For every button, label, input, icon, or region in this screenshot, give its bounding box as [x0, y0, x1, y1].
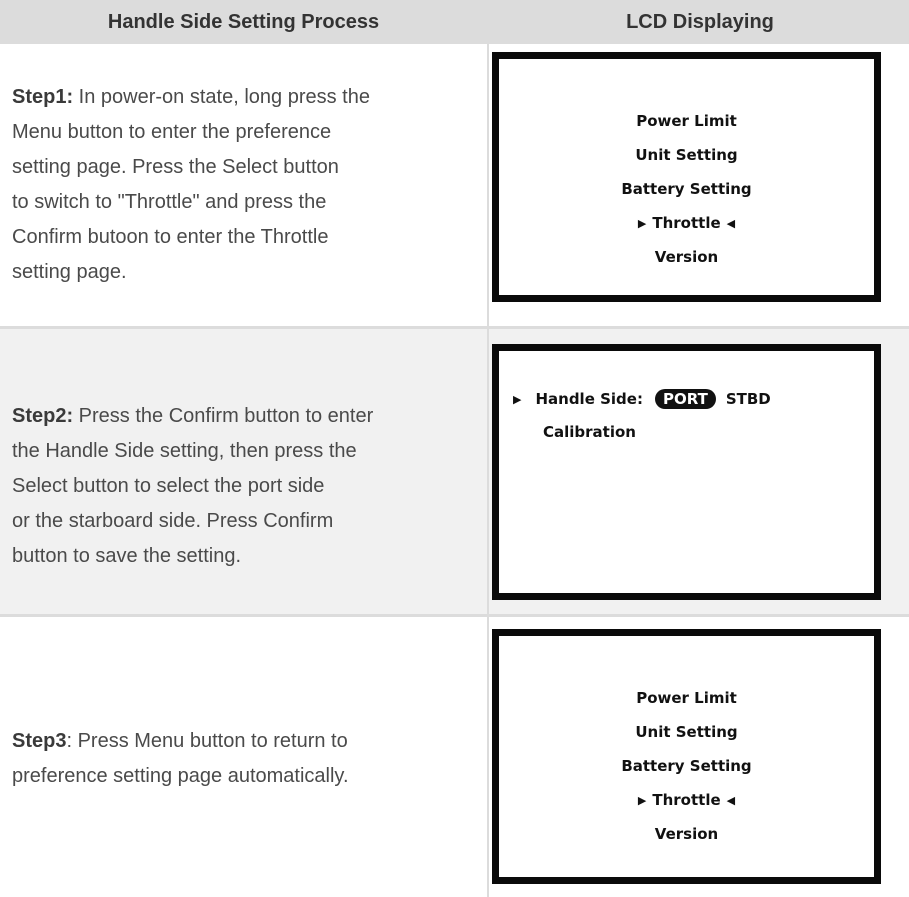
lcd3-menu-item-selected: ▶ Throttle ◀ — [637, 791, 736, 809]
table-row-step1: Step1: In power-on state, long press the… — [0, 44, 909, 326]
port-option-selected: PORT — [654, 389, 716, 409]
step2-label: Step2: — [12, 405, 74, 427]
step3-label: Step3 — [12, 730, 67, 752]
lcd2-handle-side-line: ▶ Handle Side: PORT STBD — [513, 389, 771, 409]
lcd1-menu-item: Version — [654, 248, 719, 266]
table-row-step2: Step2: Press the Confirm button to enter… — [0, 329, 909, 614]
lcd2-calibration: Calibration — [543, 423, 636, 441]
lcd-screen-1: Power Limit Unit Setting Battery Setting… — [492, 52, 881, 302]
step1-line: In power-on state, long press the — [73, 86, 370, 108]
lcd1-menu-item-selected: ▶ Throttle ◀ — [637, 214, 736, 232]
table-header: Handle Side Setting Process LCD Displayi… — [0, 0, 909, 44]
left-triangle-icon: ◀ — [726, 794, 736, 807]
step3-line: preference setting page automatically. — [12, 765, 349, 787]
table-row-step3: Step3: Press Menu button to return to pr… — [0, 617, 909, 897]
step3-line: : Press Menu button to return to — [66, 730, 348, 752]
step2-line: Select button to select the port side — [12, 475, 325, 497]
column-divider — [487, 44, 489, 897]
step1-description: Step1: In power-on state, long press the… — [12, 80, 482, 290]
step2-line: the Handle Side setting, then press the — [12, 440, 357, 462]
lcd3-menu: Power Limit Unit Setting Battery Setting… — [499, 681, 874, 851]
step2-line: or the starboard side. Press Confirm — [12, 510, 334, 532]
step2-description: Step2: Press the Confirm button to enter… — [12, 399, 482, 574]
step1-line: setting page. — [12, 261, 127, 283]
lcd1-menu-item: Unit Setting — [635, 146, 738, 164]
step1-line: Menu button to enter the preference — [12, 121, 332, 143]
lcd1-menu: Power Limit Unit Setting Battery Setting… — [499, 104, 874, 274]
step1-line: to switch to "Throttle" and press the — [12, 191, 327, 213]
left-triangle-icon: ◀ — [726, 217, 736, 230]
right-triangle-icon: ▶ — [637, 794, 647, 807]
lcd2-handle-side-label: Handle Side: — [535, 390, 643, 408]
step1-line: setting page. Press the Select button — [12, 156, 339, 178]
right-triangle-icon: ▶ — [513, 393, 522, 406]
lcd3-menu-item: Unit Setting — [635, 723, 738, 741]
instruction-table: Handle Side Setting Process LCD Displayi… — [0, 0, 909, 897]
step2-line: Press the Confirm button to enter — [73, 405, 374, 427]
header-process: Handle Side Setting Process — [107, 11, 380, 33]
lcd3-menu-item: Battery Setting — [621, 757, 752, 775]
step3-description: Step3: Press Menu button to return to pr… — [12, 724, 482, 794]
header-lcd: LCD Displaying — [626, 11, 774, 33]
lcd3-menu-item: Version — [654, 825, 719, 843]
right-triangle-icon: ▶ — [637, 217, 647, 230]
step1-label: Step1: — [12, 86, 74, 108]
lcd-screen-2: ▶ Handle Side: PORT STBD Calibration — [492, 344, 881, 600]
step1-line: Confirm butoon to enter the Throttle — [12, 226, 329, 248]
lcd1-menu-item: Power Limit — [636, 112, 737, 130]
lcd3-menu-item: Power Limit — [636, 689, 737, 707]
lcd-screen-3: Power Limit Unit Setting Battery Setting… — [492, 629, 881, 884]
lcd1-menu-item: Battery Setting — [621, 180, 752, 198]
step2-line: button to save the setting. — [12, 545, 242, 567]
stbd-option: STBD — [725, 390, 771, 408]
